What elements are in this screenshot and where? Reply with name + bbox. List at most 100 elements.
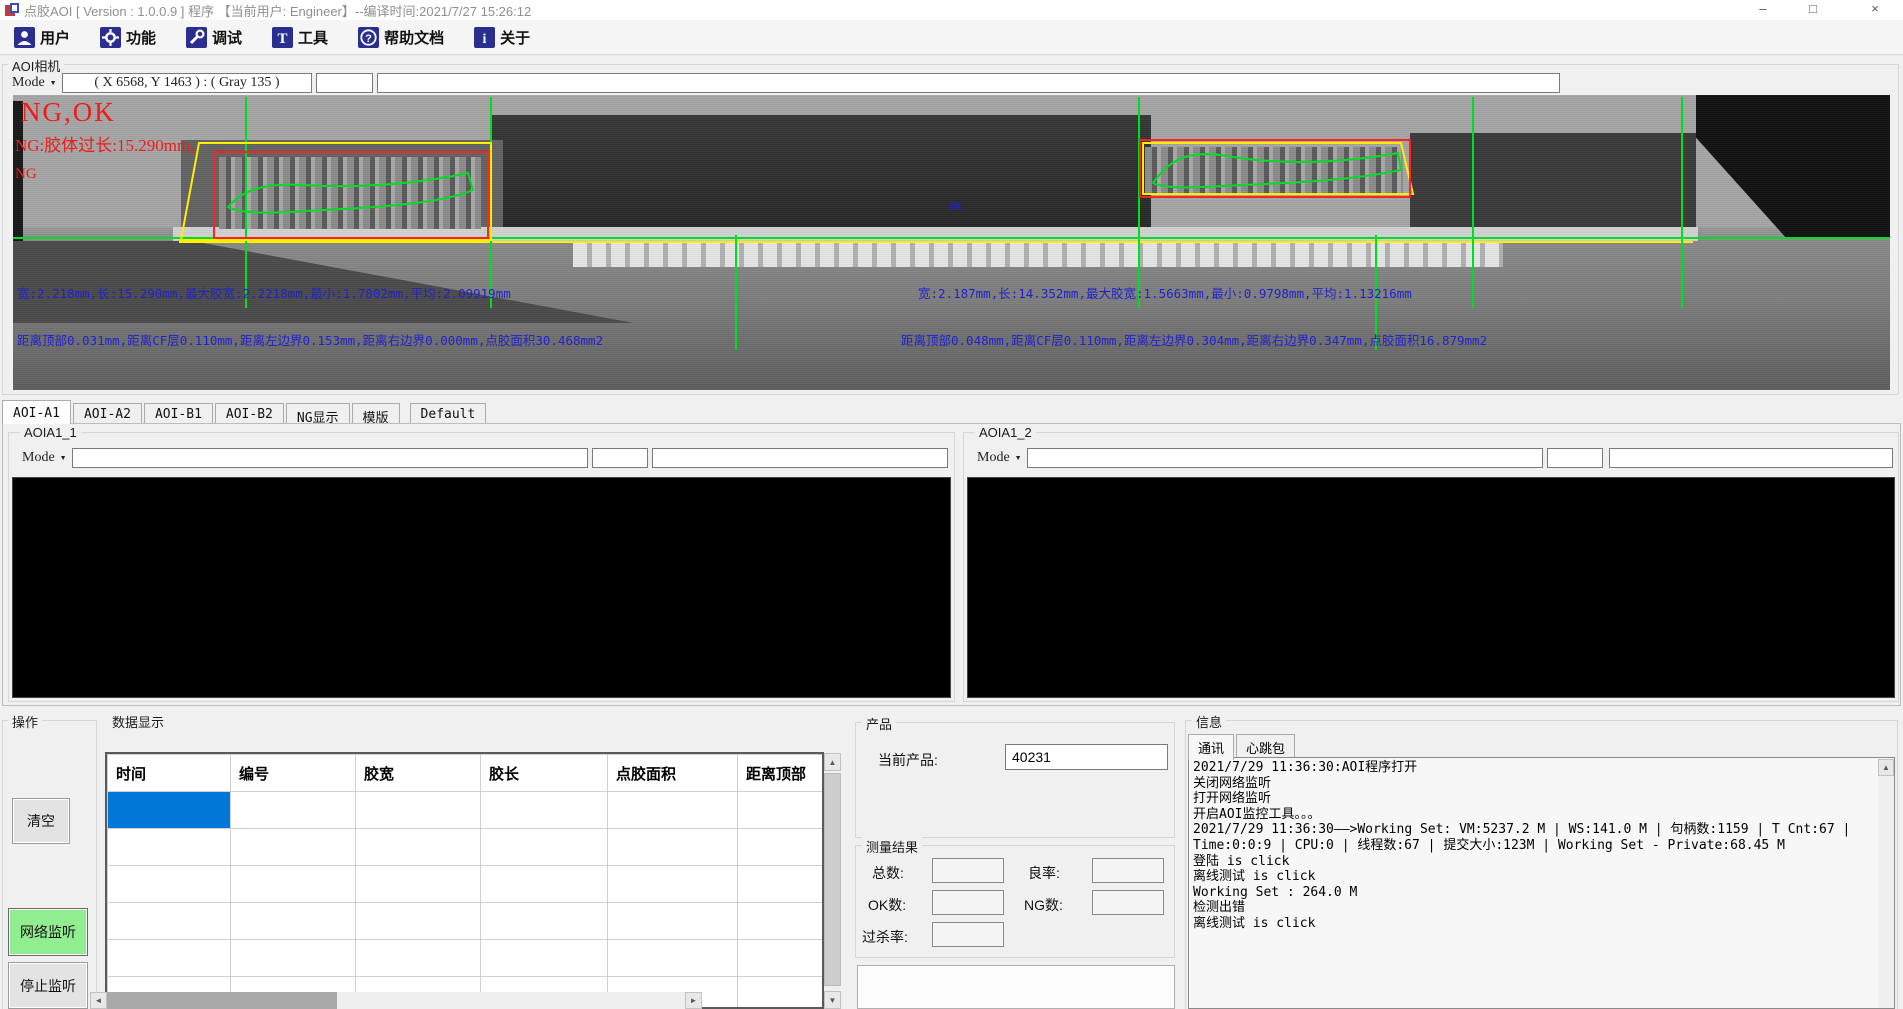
camera-image-view[interactable]: NG,OK NG:胶体过长:15.290mm, NG OK 宽:2.218mm,…	[13, 95, 1890, 390]
toolbar-item-about[interactable]: i 关于	[468, 24, 536, 51]
hscroll-thumb[interactable]	[107, 992, 337, 1009]
toolbar-item-help[interactable]: ? 帮助文档	[352, 24, 450, 51]
ng-count-field[interactable]	[1092, 890, 1164, 915]
table-cell[interactable]	[108, 903, 231, 940]
table-cell[interactable]	[108, 829, 231, 866]
tab-aoi-b1[interactable]: AOI-B1	[144, 403, 213, 424]
table-cell[interactable]	[608, 940, 738, 977]
total-count-field[interactable]	[932, 858, 1004, 883]
current-product-input[interactable]	[1005, 744, 1168, 770]
panel1-field-1[interactable]	[72, 448, 588, 468]
col-header-id[interactable]: 编号	[231, 755, 356, 792]
total-count-label: 总数:	[872, 863, 904, 883]
tab-template[interactable]: 模版	[352, 403, 400, 424]
table-scroll-down[interactable]: ▼	[824, 991, 841, 1009]
col-header-glue-length[interactable]: 胶长	[481, 755, 608, 792]
log-line: 检测出错	[1193, 900, 1890, 916]
table-cell[interactable]	[481, 866, 608, 903]
camera-field-3[interactable]	[377, 73, 1560, 93]
toolbar-item-function[interactable]: 功能	[94, 24, 162, 51]
log-line: Working Set : 264.0 M	[1193, 885, 1890, 901]
panel2-field-3[interactable]	[1609, 448, 1893, 468]
clear-button[interactable]: 清空	[12, 798, 70, 844]
mode-label: Mode	[977, 450, 1010, 466]
table-cell[interactable]	[738, 866, 823, 903]
col-header-glue-width[interactable]: 胶宽	[356, 755, 481, 792]
log-scroll-up[interactable]: ▲	[1878, 759, 1894, 776]
log-vscroll-track[interactable]	[1878, 776, 1894, 1008]
network-listen-button[interactable]: 网络监听	[8, 908, 88, 956]
table-cell[interactable]	[738, 792, 823, 829]
table-cell[interactable]	[738, 940, 823, 977]
yield-field[interactable]	[1092, 858, 1164, 883]
hscroll-left[interactable]: ◄	[90, 992, 107, 1009]
table-cell[interactable]	[608, 903, 738, 940]
tab-aoi-a1[interactable]: AOI-A1	[2, 400, 71, 424]
table-cell[interactable]	[608, 792, 738, 829]
table-scroll-up[interactable]: ▲	[824, 753, 841, 771]
tab-aoi-b2[interactable]: AOI-B2	[215, 403, 284, 424]
close-button[interactable]: ×	[1852, 0, 1898, 20]
minimize-button[interactable]: –	[1740, 0, 1786, 20]
panel1-image-view[interactable]	[12, 477, 951, 698]
stop-listen-button[interactable]: 停止监听	[8, 962, 88, 1009]
table-cell[interactable]	[231, 792, 356, 829]
toolbar-label: 用户	[40, 27, 70, 48]
col-header-distance-top[interactable]: 距离顶部	[738, 755, 823, 792]
camera-coordinate-readout[interactable]: ( X 6568, Y 1463 ) : ( Gray 135 )	[62, 73, 312, 93]
table-cell[interactable]	[481, 792, 608, 829]
panel1-field-2[interactable]	[592, 448, 648, 468]
table-cell[interactable]	[608, 866, 738, 903]
table-cell[interactable]	[356, 903, 481, 940]
hscroll-right[interactable]: ►	[685, 992, 702, 1009]
table-cell-selected[interactable]	[108, 792, 231, 829]
table-cell[interactable]	[608, 829, 738, 866]
overkill-rate-field[interactable]	[932, 922, 1004, 947]
table-cell[interactable]	[231, 903, 356, 940]
table-cell[interactable]	[231, 940, 356, 977]
panel-aoia1-1-label: AOIA1_1	[20, 425, 81, 440]
wrench-icon	[186, 27, 207, 48]
table-cell[interactable]	[356, 866, 481, 903]
table-cell[interactable]	[231, 829, 356, 866]
panel1-mode-dropdown[interactable]: Mode ▼	[18, 448, 71, 468]
table-vscroll-thumb[interactable]	[824, 773, 841, 986]
panel2-image-view[interactable]	[967, 477, 1895, 698]
toolbar-item-debug[interactable]: 调试	[180, 24, 248, 51]
camera-field-2[interactable]	[316, 73, 373, 93]
camera-mode-dropdown[interactable]: Mode ▼	[8, 73, 61, 93]
table-cell[interactable]	[481, 903, 608, 940]
ok-count-label: OK数:	[868, 895, 906, 915]
main-toolbar: 用户 功能 调试 T 工具 ? 帮助文档 i	[0, 20, 1903, 55]
tab-ng-display[interactable]: NG显示	[286, 403, 350, 424]
table-cell[interactable]	[356, 792, 481, 829]
toolbar-item-user[interactable]: 用户	[8, 24, 76, 51]
panel2-mode-dropdown[interactable]: Mode ▼	[973, 448, 1026, 468]
tab-aoi-a2[interactable]: AOI-A2	[73, 403, 142, 424]
table-cell[interactable]	[738, 977, 823, 1009]
table-cell[interactable]	[108, 940, 231, 977]
col-header-time[interactable]: 时间	[108, 755, 231, 792]
table-cell[interactable]	[356, 940, 481, 977]
title-bar: 点胶AOI [ Version : 1.0.0.9 ] 程序 【当前用户: En…	[0, 0, 1903, 20]
table-cell[interactable]	[481, 829, 608, 866]
tab-comm[interactable]: 通讯	[1188, 734, 1234, 760]
maximize-button[interactable]: □	[1790, 0, 1836, 20]
panel1-field-3[interactable]	[652, 448, 948, 468]
table-cell[interactable]	[738, 903, 823, 940]
panel2-field-1[interactable]	[1027, 448, 1543, 468]
ok-count-field[interactable]	[932, 890, 1004, 915]
toolbar-item-tools[interactable]: T 工具	[266, 24, 334, 51]
table-cell[interactable]	[231, 866, 356, 903]
log-output[interactable]: 2021/7/29 11:36:30:AOI程序打开 关闭网络监听 打开网络监听…	[1188, 757, 1895, 1009]
ok-flag-text: OK	[949, 200, 962, 213]
log-line: 2021/7/29 11:36:30——>Working Set: VM:523…	[1193, 822, 1890, 838]
arrow-up-icon: ▲	[1882, 763, 1890, 772]
table-cell[interactable]	[356, 829, 481, 866]
table-cell[interactable]	[108, 866, 231, 903]
table-cell[interactable]	[738, 829, 823, 866]
tab-default[interactable]: Default	[410, 403, 487, 424]
table-cell[interactable]	[481, 940, 608, 977]
panel2-field-2[interactable]	[1547, 448, 1603, 468]
col-header-glue-area[interactable]: 点胶面积	[608, 755, 738, 792]
